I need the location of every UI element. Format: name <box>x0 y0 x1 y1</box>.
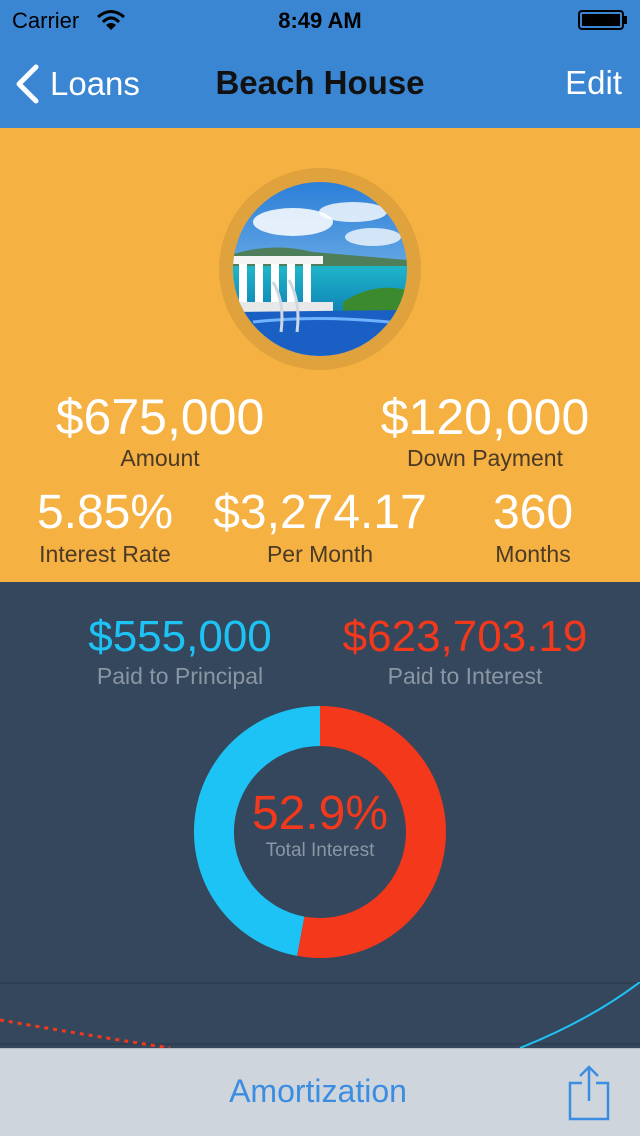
amount-label: Amount <box>120 445 200 471</box>
per-month-value: $3,274.17 <box>213 486 427 539</box>
page-title: Beach House <box>215 64 425 101</box>
amortization-preview-chart <box>0 982 640 1048</box>
down-payment-label: Down Payment <box>407 445 563 471</box>
interest-rate-label: Interest Rate <box>39 541 171 567</box>
principal-label: Paid to Principal <box>96 663 264 689</box>
per-month-stat: $3,274.17 Per Month <box>200 486 440 568</box>
principal-stat: $555,000 Paid to Principal <box>40 612 320 690</box>
beach-house-image <box>233 182 407 356</box>
loan-photo <box>233 182 407 356</box>
total-interest-percent: 52.9% <box>251 787 389 840</box>
donut-center-label: 52.9% Total Interest <box>180 788 460 862</box>
interest-value: $623,703.19 <box>342 612 588 661</box>
amortization-button[interactable]: Amortization <box>0 1073 636 1110</box>
down-payment-stat: $120,000 Down Payment <box>345 390 625 472</box>
navigation-bar: Loans Beach House Edit <box>0 40 640 128</box>
months-stat: 360 Months <box>440 486 626 568</box>
amount-value: $675,000 <box>55 389 265 445</box>
share-icon[interactable] <box>568 1065 610 1121</box>
battery-icon <box>578 10 627 30</box>
principal-value: $555,000 <box>88 612 272 661</box>
down-payment-value: $120,000 <box>380 389 590 445</box>
principal-curve <box>519 982 640 1048</box>
amount-stat: $675,000 Amount <box>20 390 300 472</box>
months-label: Months <box>495 541 571 567</box>
per-month-label: Per Month <box>266 541 374 567</box>
edit-button[interactable]: Edit <box>565 64 622 102</box>
status-time: 8:49 AM <box>278 8 362 33</box>
loan-summary: $675,000 Amount $120,000 Down Payment 5.… <box>0 128 640 582</box>
payment-breakdown: $555,000 Paid to Principal $623,703.19 P… <box>0 582 640 1048</box>
total-interest-label: Total Interest <box>265 840 375 861</box>
bottom-toolbar: Amortization <box>0 1048 640 1136</box>
interest-stat: $623,703.19 Paid to Interest <box>320 612 610 690</box>
interest-label: Paid to Interest <box>387 663 543 689</box>
status-bar: Carrier 8:49 AM <box>0 0 640 40</box>
interest-rate-value: 5.85% <box>36 486 174 539</box>
months-value: 360 <box>492 486 574 539</box>
interest-rate-stat: 5.85% Interest Rate <box>10 486 200 568</box>
loan-photo-frame[interactable] <box>219 168 421 370</box>
